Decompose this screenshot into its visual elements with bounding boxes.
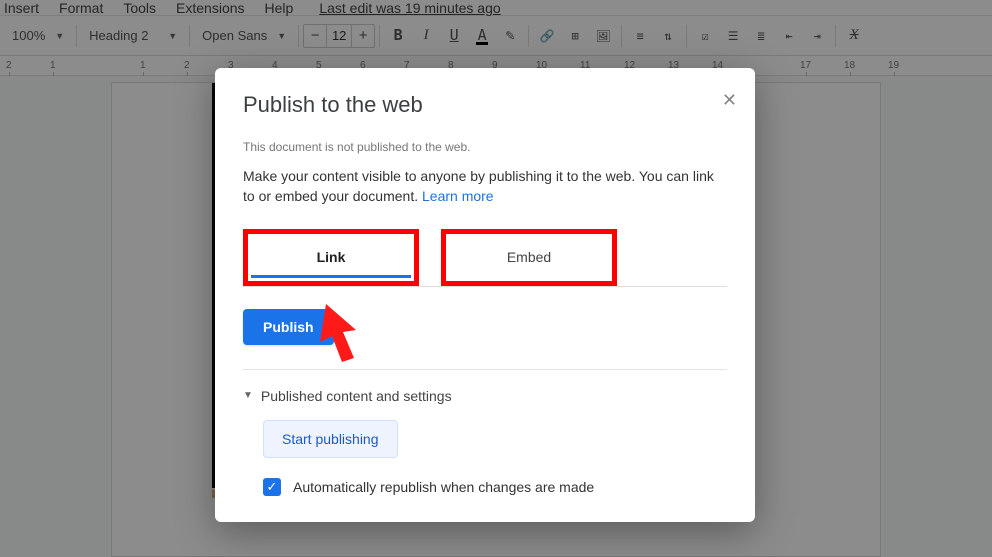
publish-dialog: Publish to the web ✕ This document is no… bbox=[215, 68, 755, 522]
chevron-down-icon: ▼ bbox=[277, 31, 286, 41]
dialog-title: Publish to the web bbox=[243, 92, 727, 118]
checklist-button[interactable]: ☑ bbox=[691, 22, 719, 50]
chevron-down-icon: ▼ bbox=[55, 31, 64, 41]
tabs: Link Embed bbox=[243, 229, 727, 287]
auto-republish-row[interactable]: ✓ Automatically republish when changes a… bbox=[263, 478, 727, 496]
ruler-mark: 19 bbox=[888, 60, 899, 71]
chevron-down-icon: ▼ bbox=[168, 31, 177, 41]
menu-tools[interactable]: Tools bbox=[123, 0, 156, 16]
italic-button[interactable]: I bbox=[412, 22, 440, 50]
menu-format[interactable]: Format bbox=[59, 0, 103, 16]
last-edit-text[interactable]: Last edit was 19 minutes ago bbox=[319, 0, 500, 16]
published-settings-expander[interactable]: ▼ Published content and settings bbox=[243, 388, 727, 404]
auto-republish-label: Automatically republish when changes are… bbox=[293, 479, 594, 495]
dialog-subtitle: This document is not published to the we… bbox=[243, 140, 727, 154]
font-value: Open Sans bbox=[202, 28, 267, 43]
highlight-button[interactable]: ✎ bbox=[496, 22, 524, 50]
highlight-box: Link bbox=[243, 229, 419, 286]
zoom-dropdown[interactable]: 100% ▼ bbox=[4, 23, 72, 49]
menu-extensions[interactable]: Extensions bbox=[176, 0, 244, 16]
insert-comment-button[interactable]: ⊞ bbox=[561, 22, 589, 50]
dialog-description: Make your content visible to anyone by p… bbox=[243, 166, 727, 207]
clear-formatting-button[interactable]: X bbox=[840, 22, 868, 50]
decrease-font-icon[interactable]: − bbox=[304, 27, 326, 44]
font-size-input[interactable] bbox=[326, 25, 352, 47]
numbered-list-button[interactable]: ≣ bbox=[747, 22, 775, 50]
insert-image-button[interactable]: 🖼 bbox=[589, 22, 617, 50]
publish-button[interactable]: Publish bbox=[243, 309, 334, 345]
menu-help[interactable]: Help bbox=[265, 0, 294, 16]
ruler-mark: 2 bbox=[184, 60, 190, 71]
text-color-button[interactable]: A bbox=[468, 22, 496, 50]
checkbox-checked-icon[interactable]: ✓ bbox=[263, 478, 281, 496]
menubar: Insert Format Tools Extensions Help Last… bbox=[0, 0, 992, 16]
insert-link-button[interactable]: 🔗 bbox=[533, 22, 561, 50]
ruler-mark: 2 bbox=[6, 60, 12, 71]
tab-link[interactable]: Link bbox=[251, 237, 411, 278]
font-size-stepper[interactable]: − + bbox=[303, 24, 375, 48]
paragraph-style-dropdown[interactable]: Heading 2 ▼ bbox=[81, 23, 185, 49]
close-icon[interactable]: ✕ bbox=[722, 90, 737, 111]
ruler-mark: 1 bbox=[50, 60, 56, 71]
align-button[interactable]: ≡ bbox=[626, 22, 654, 50]
start-publishing-button[interactable]: Start publishing bbox=[263, 420, 398, 458]
expander-label: Published content and settings bbox=[261, 388, 452, 404]
chevron-down-icon: ▼ bbox=[243, 390, 253, 401]
line-spacing-button[interactable]: ⇅ bbox=[654, 22, 682, 50]
learn-more-link[interactable]: Learn more bbox=[422, 188, 494, 204]
ruler-mark: 18 bbox=[844, 60, 855, 71]
bulleted-list-button[interactable]: ☰ bbox=[719, 22, 747, 50]
increase-indent-button[interactable]: ⇥ bbox=[803, 22, 831, 50]
bold-button[interactable]: B bbox=[384, 22, 412, 50]
tab-embed[interactable]: Embed bbox=[449, 237, 609, 275]
increase-font-icon[interactable]: + bbox=[352, 27, 374, 44]
ruler-mark: 17 bbox=[800, 60, 811, 71]
style-value: Heading 2 bbox=[89, 28, 148, 43]
zoom-value: 100% bbox=[12, 28, 45, 43]
font-family-dropdown[interactable]: Open Sans ▼ bbox=[194, 23, 294, 49]
ruler-mark: 1 bbox=[140, 60, 146, 71]
highlight-box: Embed bbox=[441, 229, 617, 286]
menu-insert[interactable]: Insert bbox=[4, 0, 39, 16]
decrease-indent-button[interactable]: ⇤ bbox=[775, 22, 803, 50]
toolbar: 100% ▼ Heading 2 ▼ Open Sans ▼ − + B I U… bbox=[0, 16, 992, 56]
underline-button[interactable]: U bbox=[440, 22, 468, 50]
